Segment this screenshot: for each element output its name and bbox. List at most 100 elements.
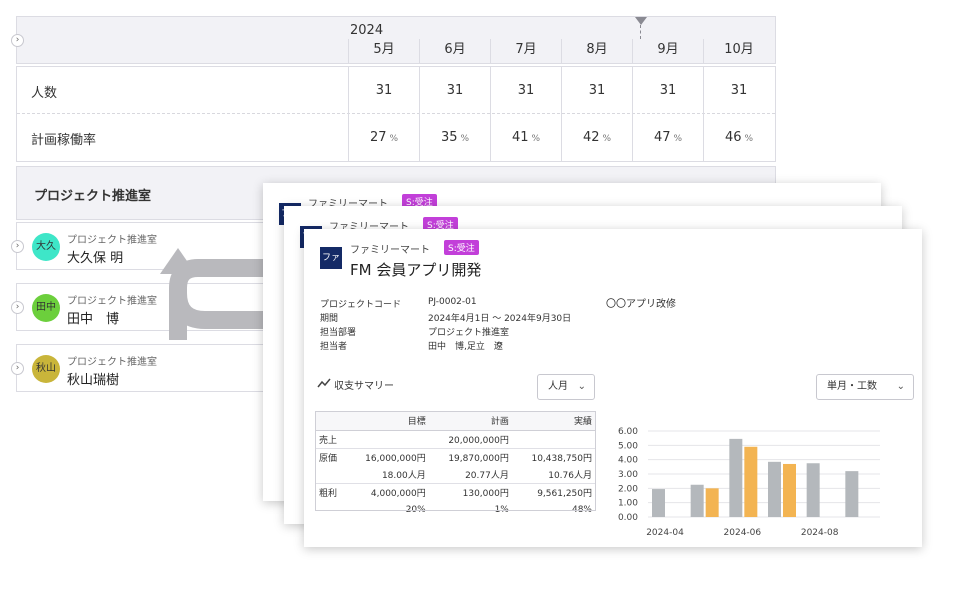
curved-arrow-icon bbox=[160, 248, 265, 340]
utilization-label: 計画稼働率 bbox=[31, 133, 97, 148]
bar bbox=[806, 463, 820, 517]
trend-line-icon bbox=[317, 378, 331, 388]
resource-planner: › 2024 5月 6月 7月 8月 9月 10月 人数 31 31 31 31… bbox=[11, 16, 776, 392]
headcount-cell: 31 bbox=[490, 67, 561, 114]
x-tick-label: 2024-08 bbox=[801, 528, 839, 538]
headcount-cell: 31 bbox=[632, 67, 703, 114]
month-header: 7月 bbox=[490, 39, 561, 64]
utilization-cell: 42% bbox=[561, 114, 632, 161]
percent-unit: % bbox=[673, 134, 683, 144]
row-label bbox=[315, 501, 347, 518]
y-tick-label: 4.00 bbox=[618, 456, 638, 466]
info-label: 期間 bbox=[320, 314, 339, 324]
info-label: 担当部署 bbox=[320, 328, 357, 338]
summary-title: 収支サマリー bbox=[334, 381, 394, 392]
utilization-value: 35 bbox=[440, 130, 458, 145]
table-cell: 20,000,000円 bbox=[429, 430, 513, 449]
headcount-cell: 31 bbox=[419, 67, 490, 114]
table-cell: 19,870,000円 bbox=[448, 454, 509, 464]
utilization-value: 46 bbox=[724, 130, 742, 145]
y-tick-label: 0.00 bbox=[618, 513, 638, 523]
table-cell: 48% bbox=[571, 504, 592, 515]
project-card-front[interactable]: ファ ファミリーマート S:受注 FM 会員アプリ開発 プロジェクトコード PJ… bbox=[304, 229, 922, 547]
year-label: 2024 bbox=[350, 23, 384, 38]
percent-unit: % bbox=[531, 134, 541, 144]
table-cell: 20% bbox=[405, 504, 426, 515]
expand-icon[interactable]: › bbox=[11, 240, 24, 253]
project-title: FM 会員アプリ開発 bbox=[350, 261, 482, 279]
table-cell: 9,561,250円 bbox=[537, 489, 592, 499]
headcount-cell: 31 bbox=[348, 67, 419, 114]
y-tick-label: 6.00 bbox=[618, 427, 638, 437]
y-tick-label: 1.00 bbox=[618, 499, 638, 509]
month-header: 10月 bbox=[703, 39, 774, 64]
utilization-cell: 41% bbox=[490, 114, 561, 161]
table-cell bbox=[512, 430, 596, 449]
department-label: プロジェクト推進室 bbox=[34, 189, 152, 204]
y-tick-label: 5.00 bbox=[618, 441, 638, 451]
person-department: プロジェクト推進室 bbox=[67, 235, 157, 246]
monthly-effort-chart: 6.00 5.00 4.00 3.00 2.00 1.00 0.00 2024-04 2024-… bbox=[618, 427, 880, 538]
current-date-marker-icon bbox=[635, 17, 647, 25]
table-cell: 130,000円 bbox=[462, 489, 509, 499]
chevron-down-icon: ⌄ bbox=[896, 381, 905, 392]
utilization-value: 47 bbox=[653, 130, 671, 145]
chevron-down-icon: ⌄ bbox=[577, 381, 586, 392]
avatar: 大久 bbox=[32, 233, 60, 261]
bar bbox=[705, 488, 719, 517]
table-cell: 16,000,000円 bbox=[365, 454, 426, 464]
y-tick-label: 2.00 bbox=[618, 484, 638, 494]
table-cell: 10,438,750円 bbox=[531, 454, 592, 464]
table-row: 粗利 4,000,000円 130,000円 9,561,250円 bbox=[315, 484, 596, 502]
utilization-row: 計画稼働率 27% 35% 41% 42% 47% 46% bbox=[17, 114, 775, 161]
table-cell: 1% bbox=[494, 504, 509, 515]
person-row[interactable]: › 秋山 プロジェクト推進室 秋山瑞樹 bbox=[11, 344, 276, 392]
table-cell bbox=[346, 430, 430, 449]
bar bbox=[845, 471, 859, 517]
mode-select[interactable]: 単月・工数 ⌄ bbox=[816, 374, 914, 400]
bar bbox=[729, 438, 743, 517]
percent-unit: % bbox=[602, 134, 612, 144]
summary-stats: 人数 31 31 31 31 31 31 計画稼働率 27% 35% 41% 4… bbox=[16, 66, 776, 162]
timeline-header: › 2024 5月 6月 7月 8月 9月 10月 bbox=[11, 16, 776, 64]
client-logo: ファ bbox=[320, 247, 342, 269]
bar bbox=[690, 484, 704, 517]
row-label: 粗利 bbox=[319, 489, 338, 499]
project-department: プロジェクト推進室 bbox=[428, 328, 510, 338]
x-tick-label: 2024-06 bbox=[724, 528, 762, 538]
current-date-line bbox=[640, 25, 641, 39]
utilization-value: 41 bbox=[511, 130, 529, 145]
expand-icon[interactable]: › bbox=[11, 34, 24, 47]
avatar: 秋山 bbox=[32, 355, 60, 383]
utilization-cell: 47% bbox=[632, 114, 703, 161]
percent-unit: % bbox=[744, 134, 754, 144]
bar bbox=[783, 463, 796, 517]
financial-summary-table: 目標 計画 実績 売上 20,000,000円 原価 16,000,000円 1… bbox=[315, 411, 596, 518]
percent-unit: % bbox=[460, 134, 470, 144]
table-row: 原価 16,000,000円 19,870,000円 10,438,750円 bbox=[315, 449, 596, 467]
unit-select[interactable]: 人月 ⌄ bbox=[537, 374, 595, 400]
headcount-cell: 31 bbox=[703, 67, 774, 114]
person-name: 大久保 明 bbox=[67, 251, 124, 266]
person-name: 秋山瑞樹 bbox=[67, 373, 120, 388]
project-assignees: 田中 博,足立 遼 bbox=[428, 342, 503, 352]
column-header: 計画 bbox=[429, 411, 513, 431]
table-cell: 18.00人月 bbox=[346, 466, 430, 484]
row-label: 売上 bbox=[315, 430, 347, 449]
headcount-label: 人数 bbox=[31, 86, 58, 101]
column-header bbox=[315, 411, 347, 431]
month-header: 6月 bbox=[419, 39, 490, 64]
person-department: プロジェクト推進室 bbox=[67, 357, 157, 368]
project-code: PJ-0002-01 bbox=[428, 297, 477, 307]
utilization-value: 42 bbox=[582, 130, 600, 145]
x-tick-label: 2024-04 bbox=[646, 528, 684, 538]
table-cell: 10.76人月 bbox=[512, 466, 596, 484]
client-name: ファミリーマート bbox=[350, 245, 430, 256]
table-header-row: 目標 計画 実績 bbox=[315, 411, 596, 431]
bar bbox=[652, 489, 665, 517]
status-badge: S:受注 bbox=[444, 240, 479, 255]
headcount-cell: 31 bbox=[561, 67, 632, 114]
expand-icon[interactable]: › bbox=[11, 301, 24, 314]
expand-icon[interactable]: › bbox=[11, 362, 24, 375]
table-row: 売上 20,000,000円 bbox=[315, 430, 596, 449]
